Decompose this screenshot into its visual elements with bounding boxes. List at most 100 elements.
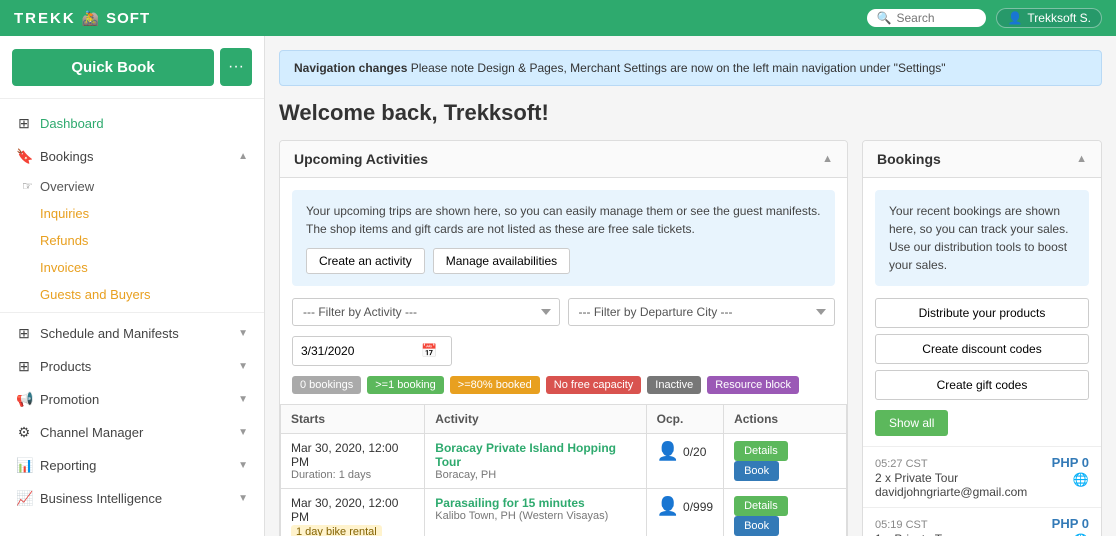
sidebar-item-dashboard[interactable]: ⊞ Dashboard <box>0 107 264 140</box>
sidebar-item-bookings[interactable]: 🔖 Bookings ▲ <box>0 140 264 173</box>
gift-button[interactable]: Create gift codes <box>875 370 1089 400</box>
user-label: Trekksoft S. <box>1027 11 1091 25</box>
main-layout: Quick Book ··· ⊞ Dashboard 🔖 Bookings ▲ … <box>0 36 1116 536</box>
upcoming-info-text: Your upcoming trips are shown here, so y… <box>306 204 821 236</box>
bookings-action-buttons: Distribute your products Create discount… <box>863 298 1101 410</box>
row2-details-button[interactable]: Details <box>734 496 788 516</box>
top-nav-right: 🔍 👤 Trekksoft S. <box>867 8 1102 28</box>
quickbook-area: Quick Book ··· <box>0 36 264 99</box>
manage-availabilities-button[interactable]: Manage availabilities <box>433 248 570 274</box>
table-row: Mar 30, 2020, 12:00 PM 1 day bike rental… <box>281 489 847 536</box>
welcome-title: Welcome back, Trekksoft! <box>279 100 1102 126</box>
bookings-info-box: Your recent bookings are shown here, so … <box>875 190 1089 286</box>
logo: TREKK 🚵 SOFT <box>14 10 150 27</box>
channel-chevron: ▼ <box>238 427 248 438</box>
bike-label: 1 day bike rental <box>291 525 382 536</box>
date-input-wrap: 📅 <box>292 336 452 366</box>
sidebar-item-products[interactable]: ⊞ Products ▼ <box>0 350 264 383</box>
promotion-chevron: ▼ <box>238 394 248 405</box>
legend-nofree[interactable]: No free capacity <box>546 376 641 394</box>
bookings-header: Bookings ▲ <box>863 141 1101 178</box>
row1-details-button[interactable]: Details <box>734 441 788 461</box>
upcoming-buttons: Create an activity Manage availabilities <box>306 248 821 274</box>
sidebar-item-reporting[interactable]: 📊 Reporting ▼ <box>0 449 264 482</box>
date-input[interactable] <box>293 338 413 364</box>
row1-actions: Details Book <box>724 434 847 489</box>
booking-entry-2: 05:19 CST PHP 0 1 x Private Tour 🌐 david… <box>863 507 1101 536</box>
col-actions: Actions <box>724 405 847 434</box>
trekk-label: TREKK <box>14 10 76 27</box>
activities-table: Starts Activity Ocp. Actions Mar 30, 202… <box>280 404 847 536</box>
sidebar-item-channel[interactable]: ⚙ Channel Manager ▼ <box>0 416 264 449</box>
quickbook-more-button[interactable]: ··· <box>220 48 252 86</box>
sidebar-label-channel: Channel Manager <box>40 425 230 440</box>
legend-1booking[interactable]: >=1 booking <box>367 376 444 394</box>
schedule-icon: ⊞ <box>16 325 32 342</box>
row2-activity: Parasailing for 15 minutes Kalibo Town, … <box>425 489 646 536</box>
upcoming-chevron-icon[interactable]: ▲ <box>822 153 833 165</box>
business-chevron: ▼ <box>238 493 248 504</box>
legend-row: 0 bookings >=1 booking >=80% booked No f… <box>280 376 847 404</box>
legend-0bookings[interactable]: 0 bookings <box>292 376 361 394</box>
upcoming-activities-card: Upcoming Activities ▲ Your upcoming trip… <box>279 140 848 536</box>
schedule-chevron: ▼ <box>238 328 248 339</box>
sidebar-item-business[interactable]: 📈 Business Intelligence ▼ <box>0 482 264 515</box>
booking-desc-1: 2 x Private Tour <box>875 471 958 485</box>
sidebar-divider-1 <box>0 312 264 313</box>
bookings-chevron: ▲ <box>238 151 248 162</box>
calendar-icon[interactable]: 📅 <box>413 337 445 365</box>
user-badge[interactable]: 👤 Trekksoft S. <box>996 8 1102 28</box>
discount-button[interactable]: Create discount codes <box>875 334 1089 364</box>
legend-resource[interactable]: Resource block <box>707 376 799 394</box>
products-icon: ⊞ <box>16 358 32 375</box>
notice-bold: Navigation changes <box>294 61 407 75</box>
date-row: 📅 <box>280 336 847 376</box>
row2-activity-link[interactable]: Parasailing for 15 minutes <box>435 496 584 510</box>
show-all-button[interactable]: Show all <box>875 410 948 436</box>
bookings-info-text: Your recent bookings are shown here, so … <box>889 204 1068 272</box>
sidebar-sub-invoices[interactable]: Invoices <box>0 254 264 281</box>
filter-row: --- Filter by Activity --- --- Filter by… <box>280 298 847 336</box>
upcoming-info-box: Your upcoming trips are shown here, so y… <box>292 190 835 286</box>
quickbook-button[interactable]: Quick Book <box>12 49 214 86</box>
bookings-chevron-icon[interactable]: ▲ <box>1076 153 1087 165</box>
row2-book-button[interactable]: Book <box>734 516 779 536</box>
notice-bar: Navigation changes Please note Design & … <box>279 50 1102 86</box>
channel-icon: ⚙ <box>16 424 32 441</box>
search-input[interactable] <box>896 11 976 25</box>
sidebar-sub-guests[interactable]: Guests and Buyers <box>0 281 264 308</box>
sidebar-label-business: Business Intelligence <box>40 491 230 506</box>
overview-label: Overview <box>40 179 94 194</box>
distribute-button[interactable]: Distribute your products <box>875 298 1089 328</box>
sidebar-nav: ⊞ Dashboard 🔖 Bookings ▲ ☞ Overview Inqu… <box>0 99 264 523</box>
bookings-title: Bookings <box>877 151 941 167</box>
legend-inactive[interactable]: Inactive <box>647 376 701 394</box>
sidebar-label-products: Products <box>40 359 230 374</box>
booking-time-2: 05:19 CST <box>875 519 928 531</box>
sidebar-item-schedule[interactable]: ⊞ Schedule and Manifests ▼ <box>0 317 264 350</box>
legend-80booked[interactable]: >=80% booked <box>450 376 540 394</box>
row1-activity-link[interactable]: Boracay Private Island Hopping Tour <box>435 441 616 469</box>
two-col-layout: Upcoming Activities ▲ Your upcoming trip… <box>279 140 1102 536</box>
search-box[interactable]: 🔍 <box>867 9 987 27</box>
filter-activity-select[interactable]: --- Filter by Activity --- <box>292 298 560 326</box>
row2-ocp-icon: 👤 <box>657 496 679 517</box>
sidebar-item-promotion[interactable]: 📢 Promotion ▼ <box>0 383 264 416</box>
filter-city-select[interactable]: --- Filter by Departure City --- <box>568 298 836 326</box>
create-activity-button[interactable]: Create an activity <box>306 248 425 274</box>
sidebar-sub-overview[interactable]: ☞ Overview <box>0 173 264 200</box>
cursor-icon: ☞ <box>22 179 33 193</box>
col-activity: Activity <box>425 405 646 434</box>
row1-starts: Mar 30, 2020, 12:00 PM Duration: 1 days <box>281 434 425 489</box>
sidebar-label-bookings: Bookings <box>40 149 230 164</box>
sidebar-sub-inquiries[interactable]: Inquiries <box>0 200 264 227</box>
business-icon: 📈 <box>16 490 32 507</box>
top-nav: TREKK 🚵 SOFT 🔍 👤 Trekksoft S. <box>0 0 1116 36</box>
sidebar: Quick Book ··· ⊞ Dashboard 🔖 Bookings ▲ … <box>0 36 265 536</box>
sidebar-sub-refunds[interactable]: Refunds <box>0 227 264 254</box>
row2-location: Kalibo Town, PH (Western Visayas) <box>435 510 635 522</box>
booking-amount-1: PHP 0 <box>1052 455 1089 470</box>
left-panel: Upcoming Activities ▲ Your upcoming trip… <box>279 140 848 536</box>
booking-email-1: davidjohngriarte@gmail.com <box>875 485 1089 499</box>
row1-book-button[interactable]: Book <box>734 461 779 481</box>
